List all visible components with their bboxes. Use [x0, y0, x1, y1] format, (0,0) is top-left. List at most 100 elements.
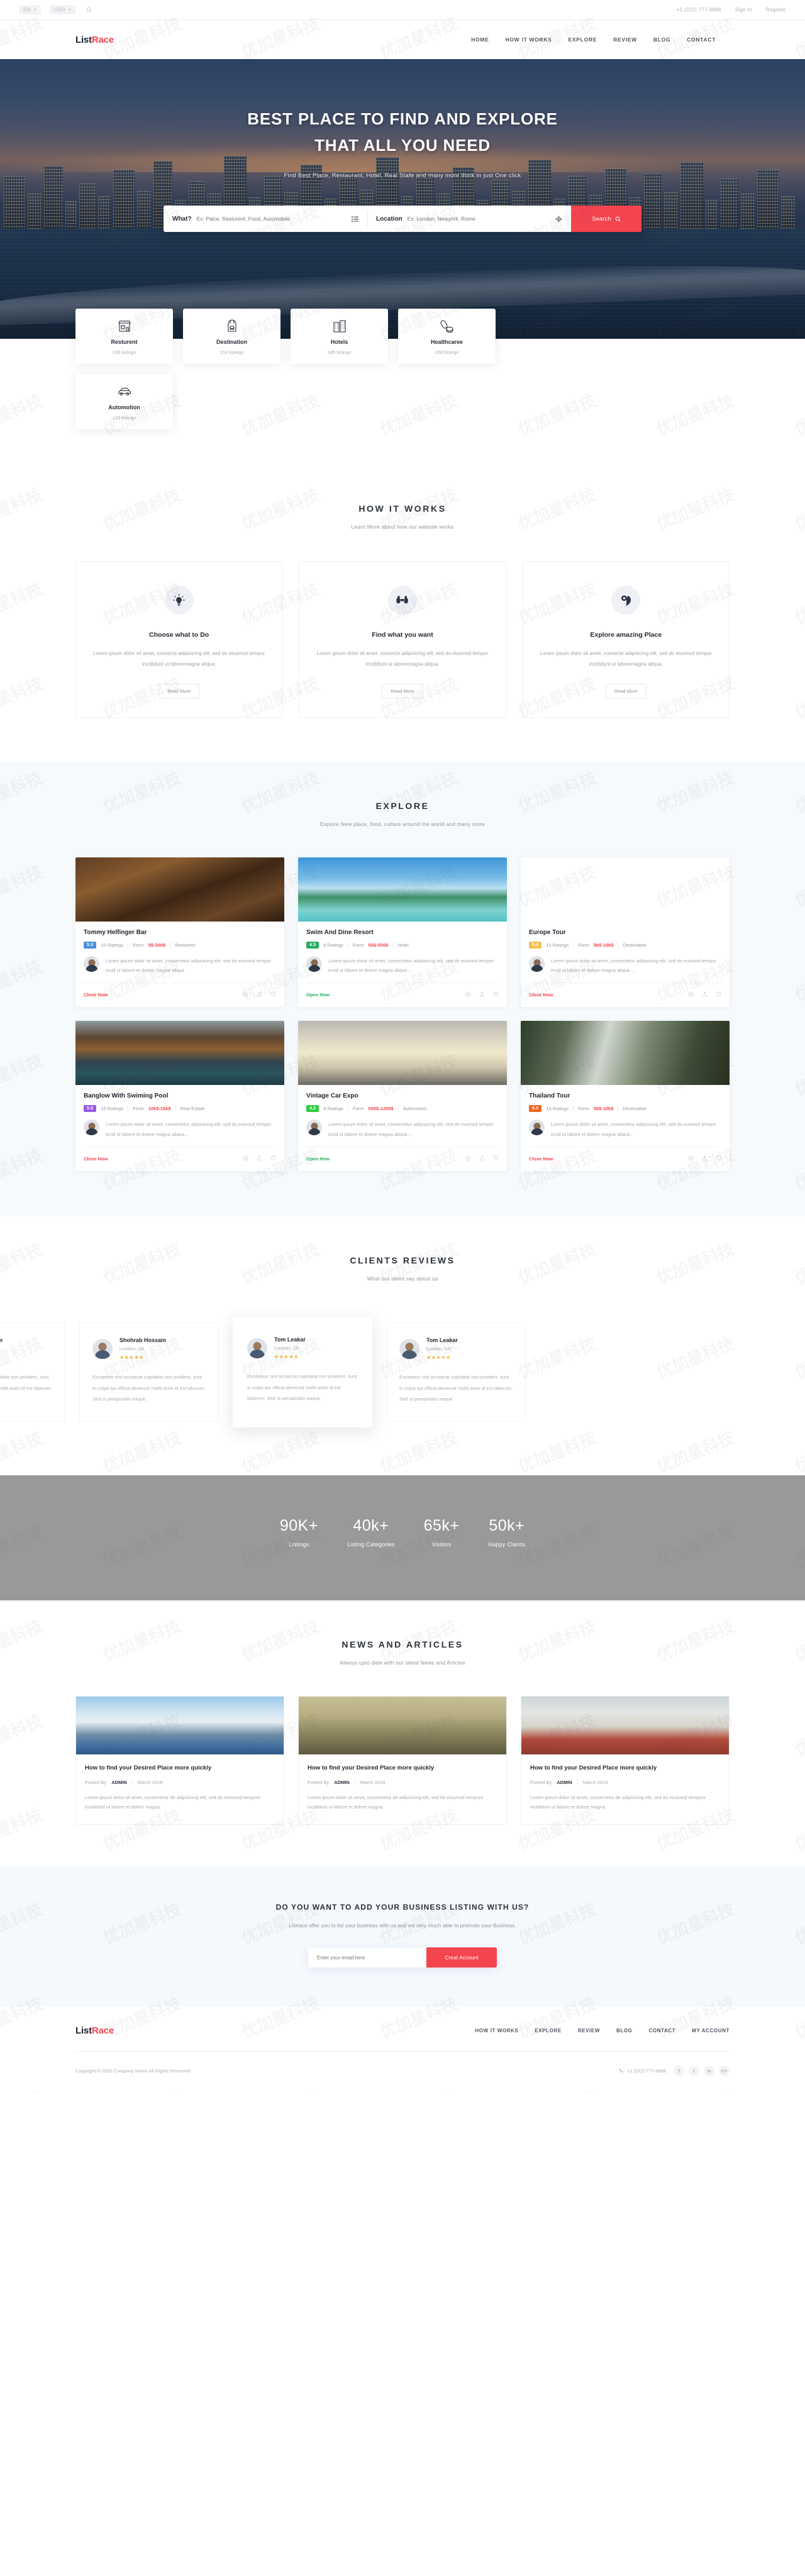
heart-icon[interactable]	[270, 1153, 276, 1164]
heart-icon[interactable]	[493, 1153, 499, 1164]
nav-item-how-it-works[interactable]: HOW IT WORKS	[506, 36, 552, 43]
site-footer: ListRace HOW IT WORKS EXPLORE REVIEW BLO…	[0, 2006, 805, 2093]
category-card[interactable]: Resturent 150 listings	[75, 309, 173, 364]
heart-icon[interactable]	[716, 1153, 721, 1164]
news-card-text: Lorem ipsum dolor sit amet, consectetur …	[530, 1794, 706, 1810]
footer-nav-blog[interactable]: BLOG	[616, 2028, 633, 2034]
explore-card[interactable]: Vintage Car Expo 4.2 8 Ratings Form 500$…	[298, 1021, 507, 1172]
explore-card-actions	[243, 1153, 276, 1164]
topbar-phone[interactable]: +1 (222) 777-8888	[677, 7, 721, 13]
status-badge: Close Now	[84, 1155, 108, 1162]
news-card[interactable]: How to find your Desired Place more quic…	[75, 1695, 284, 1825]
category-card[interactable]: Destination 214 listings	[183, 309, 280, 364]
search-icon[interactable]	[84, 6, 93, 14]
compass-icon[interactable]	[688, 1153, 694, 1164]
twitter-icon[interactable]: t	[689, 2066, 699, 2077]
crosshair-icon[interactable]	[555, 216, 562, 223]
explore-card[interactable]: Europe Tour 5.0 15 Ratings Form 5k$-10k$…	[521, 857, 730, 1008]
compass-icon[interactable]	[243, 989, 248, 1000]
footer-nav-contact[interactable]: CONTACT	[649, 2028, 676, 2034]
explore-card[interactable]: Swim And Dine Resort 4.5 8 Ratings Form …	[298, 857, 507, 1008]
footer-phone[interactable]: +1 (222) 777-8888	[619, 2068, 666, 2074]
review-card[interactable]: Monirul Islam London, UK ★★★★★ Excepteur…	[0, 1323, 65, 1422]
site-logo[interactable]: ListRace	[75, 35, 114, 45]
language-select[interactable]: EN	[19, 5, 41, 14]
read-more-button[interactable]: Read More	[605, 683, 647, 698]
compass-icon[interactable]	[243, 1153, 248, 1164]
share-icon[interactable]	[257, 1153, 262, 1164]
location-input[interactable]	[407, 216, 550, 223]
share-icon[interactable]	[702, 1153, 708, 1164]
signin-link[interactable]: Sign In	[735, 7, 752, 13]
nav-item-home[interactable]: HOME	[471, 36, 489, 43]
read-more-button[interactable]: Read More	[158, 683, 200, 698]
explore-card[interactable]: Thailand Tour 5.0 15 Ratings Form 5k$-10…	[521, 1021, 730, 1172]
footer-nav-my-account[interactable]: MY ACCOUNT	[692, 2028, 730, 2034]
news-card[interactable]: How to find your Desired Place more quic…	[521, 1695, 730, 1825]
compass-icon[interactable]	[465, 1153, 471, 1164]
share-icon[interactable]	[257, 989, 262, 1000]
explore-card-footer: Close Now	[84, 983, 276, 1007]
category-card[interactable]: Hotels 185 listings	[291, 309, 388, 364]
share-icon[interactable]	[479, 1153, 485, 1164]
how-it-works-title: HOW IT WORKS	[358, 504, 447, 514]
footer-right: +1 (222) 777-8888 f t in G+	[619, 2066, 730, 2077]
how-card-text: Lorem ipsum dolor sit amet, consecte adi…	[93, 651, 265, 667]
topbar-left: EN USD	[19, 5, 93, 14]
list-icon[interactable]	[352, 216, 358, 223]
rating-badge: 5.0	[529, 1105, 542, 1113]
compass-icon[interactable]	[688, 989, 694, 1000]
register-link[interactable]: Register	[766, 7, 786, 13]
reviews-carousel[interactable]: Monirul Islam London, UK ★★★★★ Excepteur…	[0, 1317, 805, 1428]
nav-item-blog[interactable]: BLOG	[653, 36, 670, 43]
footer-nav-how-it-works[interactable]: HOW IT WORKS	[475, 2028, 518, 2034]
ratings-count: 15 Ratings	[546, 1106, 569, 1112]
footer-phone-text: +1 (222) 777-8888	[627, 2068, 666, 2074]
footer-nav-review[interactable]: REVIEW	[578, 2028, 600, 2034]
what-input[interactable]	[196, 216, 347, 223]
avatar	[529, 1120, 545, 1136]
review-head: Tom Leakar London, UK ★★★★★	[247, 1336, 358, 1360]
status-badge: Open Now	[306, 991, 330, 998]
footer-logo[interactable]: ListRace	[75, 2025, 114, 2036]
news-card[interactable]: How to find your Desired Place more quic…	[298, 1695, 507, 1825]
nav-item-explore[interactable]: EXPLORE	[569, 36, 597, 43]
email-input[interactable]	[308, 1947, 426, 1968]
share-icon[interactable]	[702, 989, 708, 1000]
compass-icon[interactable]	[465, 989, 471, 1000]
hero-section: BEST PLACE TO FIND AND EXPLORE THAT ALL …	[0, 59, 805, 339]
review-card[interactable]: Tom Leakar London, UK ★★★★★ Excepteur si…	[386, 1323, 526, 1422]
cta-section: DO YOU WANT TO ADD YOUR BUSINESS LISTING…	[0, 1866, 805, 2007]
nav-item-review[interactable]: REVIEW	[613, 36, 637, 43]
page-root: EN USD +1 (222) 777-8888 Sign In Registe…	[0, 0, 805, 2093]
explore-card-image	[298, 1021, 507, 1086]
currency-select[interactable]: USD	[49, 5, 76, 14]
how-card-text: Lorem ipsum dolor sit amet, consecte adi…	[316, 651, 489, 667]
footer-nav-explore[interactable]: EXPLORE	[535, 2028, 561, 2034]
avatar	[247, 1338, 267, 1358]
explore-card[interactable]: Banglow With Swiming Pool 5.0 10 Ratings…	[75, 1021, 284, 1172]
counter-label: Listings	[289, 1541, 309, 1548]
heart-icon[interactable]	[716, 989, 721, 1000]
explore-card-body: Tommy Helfinger Bar 5.0 10 Ratings Form …	[75, 922, 284, 976]
explore-card-actions	[688, 1153, 721, 1164]
category-card[interactable]: Healthcaree 200 listings	[398, 309, 496, 364]
heart-icon[interactable]	[270, 989, 276, 1000]
heart-icon[interactable]	[493, 989, 499, 1000]
linkedin-icon[interactable]: in	[704, 2066, 714, 2077]
create-account-button[interactable]: Creat Account	[426, 1947, 497, 1968]
category-card[interactable]: Automotion 120 listings	[75, 374, 173, 429]
explore-card[interactable]: Tommy Helfinger Bar 5.0 10 Ratings Form …	[75, 857, 284, 1008]
listing-category: Real Estate	[180, 1106, 205, 1112]
review-card[interactable]: Tom Leakar London, UK ★★★★★ Excepteur si…	[233, 1317, 372, 1428]
explore-card-body: Thailand Tour 5.0 15 Ratings Form 5k$-10…	[521, 1085, 730, 1139]
search-button[interactable]: Search	[571, 206, 641, 233]
hero-subtitle: Find Best Place, Restaurant, Hotel, Real…	[284, 172, 521, 180]
share-icon[interactable]	[479, 989, 485, 1000]
review-card[interactable]: Shohrab Hossain London, UK ★★★★★ Excepte…	[79, 1323, 219, 1422]
facebook-icon[interactable]: f	[674, 2066, 684, 2077]
google-plus-icon[interactable]: G+	[719, 2066, 730, 2077]
read-more-button[interactable]: Read More	[382, 683, 423, 698]
meta-divider	[392, 942, 394, 948]
nav-item-contact[interactable]: CONTACT	[687, 36, 716, 43]
